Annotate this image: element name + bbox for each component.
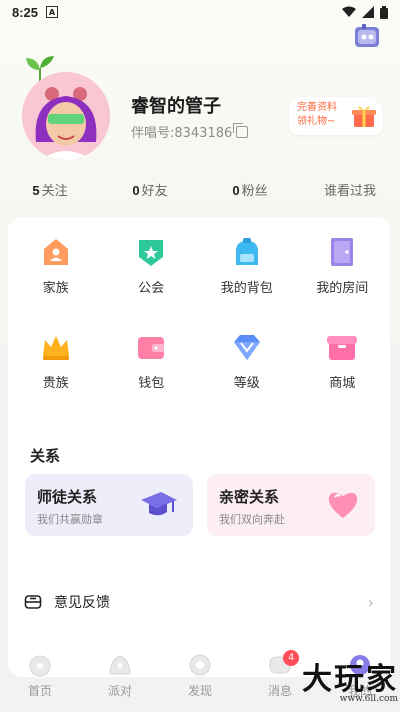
status-time: 8:25	[12, 4, 39, 20]
grid-item-family[interactable]: 家族	[8, 235, 104, 296]
family-icon	[43, 239, 68, 265]
mentor-relation-card[interactable]: 师徒关系 我们共赢勋章	[25, 474, 193, 536]
user-name: 睿智的管子	[131, 96, 221, 117]
home-icon	[29, 655, 51, 677]
status-bar: 8:25 A	[0, 0, 400, 24]
main-panel: 家族 公会 我的背包 我的房间 贵族 钱包 等级 商城 关系 师徒关系 我们共赢…	[8, 217, 390, 677]
feature-grid: 家族 公会 我的背包 我的房间 贵族 钱包 等级 商城	[8, 235, 390, 391]
grid-item-noble[interactable]: 贵族	[8, 330, 104, 391]
diamond-icon	[233, 335, 260, 360]
avatar-area[interactable]	[22, 54, 114, 164]
feedback-icon	[24, 595, 42, 609]
battery-icon	[380, 5, 388, 19]
user-id-text: 伴唱号:8343186	[131, 126, 233, 141]
stat-visitors[interactable]: 谁看过我	[300, 180, 400, 199]
stat-fans[interactable]: 0 粉丝	[200, 180, 300, 199]
discover-icon	[189, 654, 211, 676]
copy-icon[interactable]	[233, 122, 249, 138]
feedback-label: 意见反馈	[54, 595, 110, 611]
grid-item-room[interactable]: 我的房间	[295, 235, 391, 296]
status-icons	[342, 5, 388, 19]
message-badge: 4	[283, 650, 300, 666]
complete-profile-card[interactable]: 完善资料 领礼物~	[289, 97, 383, 135]
signal-icon	[362, 6, 374, 18]
intimate-relation-card[interactable]: 亲密关系 我们双向奔赴	[207, 474, 375, 536]
grid-item-wallet[interactable]: 钱包	[104, 330, 200, 391]
feedback-row[interactable]: 意见反馈 ›	[8, 587, 390, 617]
wallet-icon	[138, 337, 165, 359]
grid-item-guild[interactable]: 公会	[104, 235, 200, 296]
tab-discover[interactable]: 发现	[160, 646, 240, 712]
stat-following[interactable]: 5 关注	[0, 180, 100, 199]
room-icon	[331, 238, 354, 266]
grid-item-shop[interactable]: 商城	[295, 330, 391, 391]
dress-up-icon[interactable]	[352, 22, 382, 52]
user-id: 伴唱号:8343186	[131, 122, 249, 141]
site-watermark: 大玩家 www.6ll.com	[302, 662, 398, 704]
party-icon	[109, 655, 131, 675]
tab-party[interactable]: 派对	[80, 646, 160, 712]
graduation-cap-icon	[141, 492, 177, 516]
backpack-icon	[235, 238, 258, 265]
grid-item-level[interactable]: 等级	[199, 330, 295, 391]
grid-item-backpack[interactable]: 我的背包	[199, 235, 295, 296]
gift-box-icon	[352, 106, 376, 127]
stat-friends[interactable]: 0 好友	[100, 180, 200, 199]
notification-a-icon: A	[46, 6, 59, 18]
avatar[interactable]	[22, 72, 110, 160]
guild-icon	[139, 240, 164, 266]
relations-title: 关系	[30, 447, 61, 465]
wifi-icon	[342, 6, 356, 17]
chevron-right-icon: ›	[367, 592, 374, 612]
shop-icon	[327, 336, 358, 360]
tab-home[interactable]: 首页	[0, 646, 80, 712]
crown-icon	[42, 336, 69, 360]
heart-icon	[328, 492, 358, 518]
stats-row: 5 关注 0 好友 0 粉丝 谁看过我	[0, 180, 400, 199]
